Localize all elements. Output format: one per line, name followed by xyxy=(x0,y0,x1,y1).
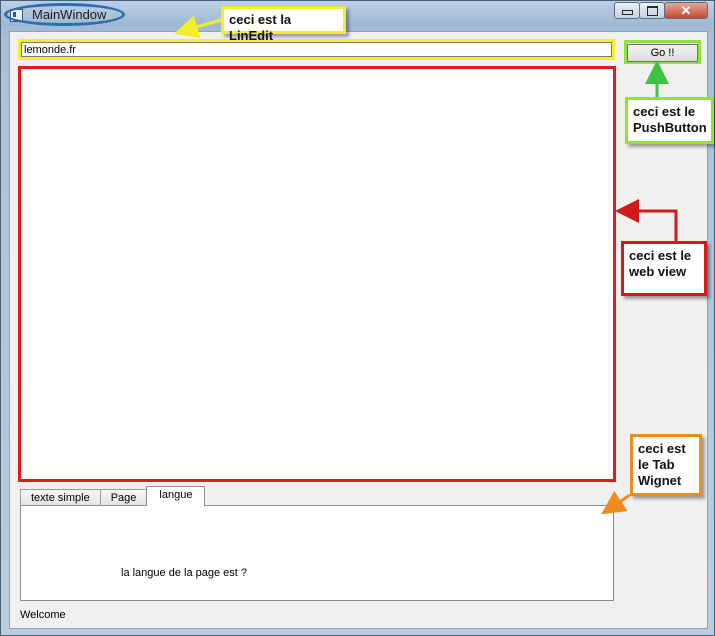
language-question-label: la langue de la page est ? xyxy=(121,567,247,579)
status-bar-message: Welcome xyxy=(20,609,66,621)
tab-langue[interactable]: langue xyxy=(146,486,206,506)
tab-texte-simple[interactable]: texte simple xyxy=(20,489,101,506)
annotation-lineedit: ceci est la LinEdit xyxy=(221,6,346,43)
annotation-webview: ceci est le web view xyxy=(621,241,707,296)
tab-panel: la langue de la page est ? xyxy=(20,505,614,601)
title-bar[interactable]: MainWindow ✕ xyxy=(1,1,714,29)
tab-page[interactable]: Page xyxy=(99,489,148,506)
minimize-icon xyxy=(621,10,633,15)
maximize-icon xyxy=(646,5,658,16)
close-button[interactable]: ✕ xyxy=(664,2,708,19)
lineedit-highlight xyxy=(18,39,615,60)
title-highlight-ellipse xyxy=(4,3,125,26)
close-icon: ✕ xyxy=(680,2,692,18)
window-controls: ✕ xyxy=(614,2,708,20)
maximize-button[interactable] xyxy=(639,2,665,19)
go-button-highlight: Go !! xyxy=(624,40,701,64)
minimize-button[interactable] xyxy=(614,2,640,19)
main-window: MainWindow ✕ Go !! texte simple Page lan… xyxy=(0,0,715,636)
annotation-tab-widget: ceci est le Tab Wignet xyxy=(630,434,702,496)
annotation-pushbutton: ceci est le PushButton xyxy=(625,97,714,144)
go-button[interactable]: Go !! xyxy=(627,44,698,62)
url-input[interactable] xyxy=(21,42,612,57)
tab-bar: texte simple Page langue xyxy=(20,486,206,506)
web-view[interactable] xyxy=(18,66,616,482)
client-area: Go !! texte simple Page langue la langue… xyxy=(9,31,708,629)
